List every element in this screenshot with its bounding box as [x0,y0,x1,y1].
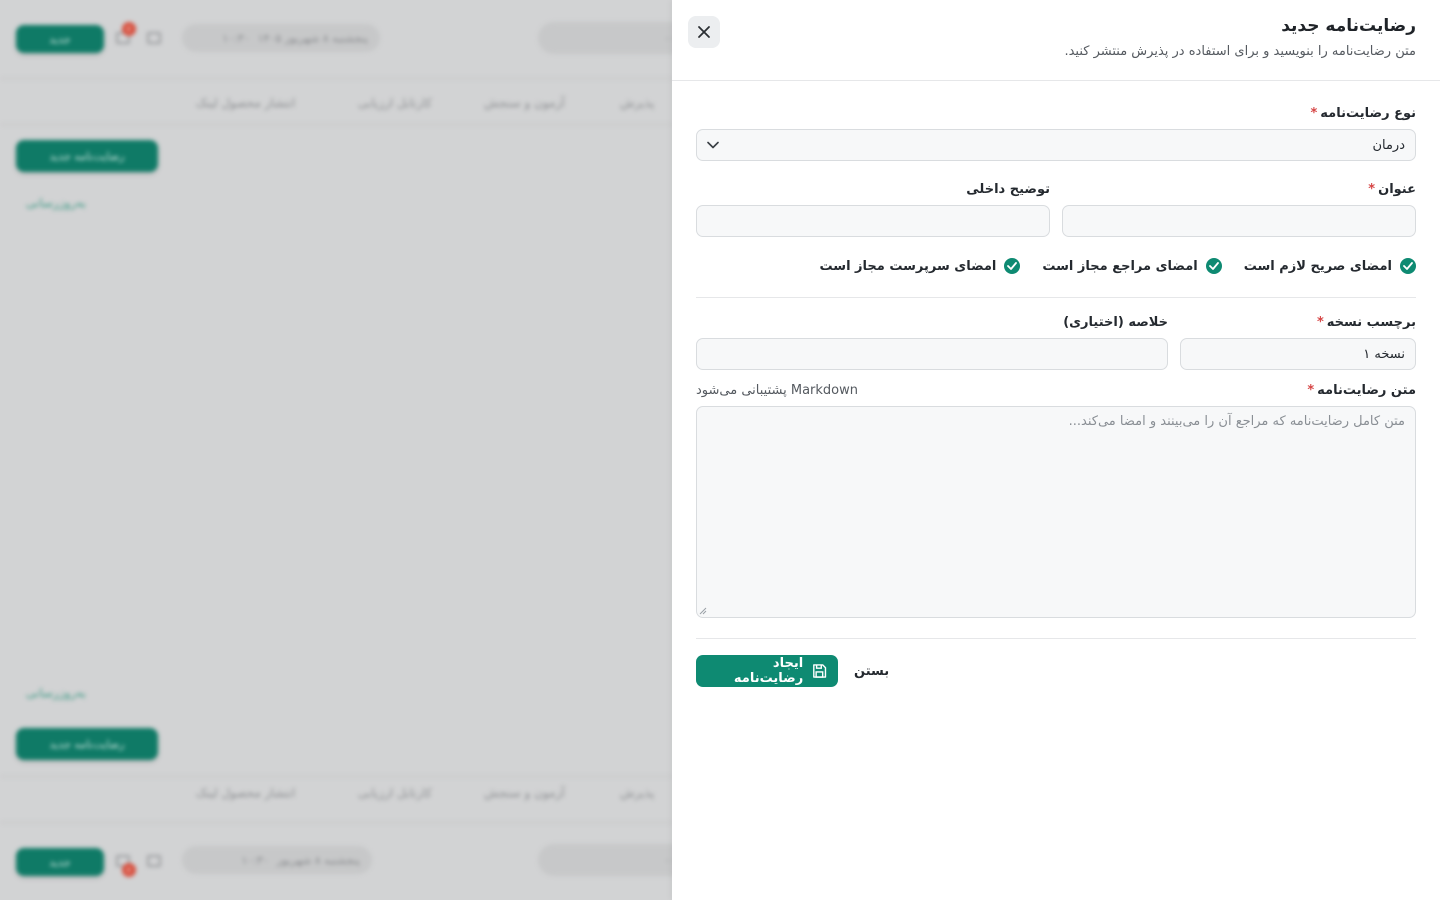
drawer-title: رضایت‌نامه جدید [1281,16,1416,36]
bg-tab: آزمون و سنجش [484,786,565,800]
drawer-header: رضایت‌نامه جدید متن رضایت‌نامه را بنویسی… [672,0,1440,81]
close-text-button[interactable]: بستن [854,655,889,687]
checkbox-label: امضای سرپرست مجاز است [819,258,997,274]
bg-divider [0,78,672,79]
version-label-input[interactable]: نسخه ۱ [1180,338,1416,370]
create-consent-label: ایجاد رضایت‌نامه [733,656,804,686]
internal-desc-input[interactable] [696,205,1050,237]
checkbox-label: امضای صریح لازم است [1243,258,1392,274]
required-mark: * [1310,106,1318,121]
consent-type-label-row: نوع رضایت‌نامه * [1310,105,1416,123]
bg-mail-icon [147,855,161,867]
required-mark: * [1307,383,1315,398]
version-label-value: نسخه ۱ [1363,346,1405,362]
checkbox-checked-icon [1205,258,1222,274]
bg-new-button-label: جدید [49,32,71,46]
bg-new-consent-button-bottom: رضایت‌نامه جدید [16,728,158,760]
bg-new-consent-button: رضایت‌نامه جدید [16,140,158,172]
markdown-hint: Markdown پشتیبانی می‌شود [696,383,858,398]
bg-tab: پذیرش [620,96,655,110]
summary-input[interactable] [696,338,1168,370]
bg-new-consent-label: رضایت‌نامه جدید [49,149,125,163]
bg-tab: انتشار محصول لینک [196,96,296,110]
bg-date-pill: پنجشنبه ۸ شهریور ۱۰:۳۰ [182,846,372,874]
title-label: عنوان [1378,182,1416,197]
summary-label: خلاصه (اختیاری) [1063,315,1168,330]
bg-date: پنجشنبه ۸ شهریور ۱۴۰۵ [257,31,368,45]
title-label-row: عنوان * [1368,181,1416,199]
bg-date: پنجشنبه ۸ شهریور [276,853,360,867]
close-icon [698,26,710,38]
section-divider [696,297,1416,298]
bg-tab: آزمون و سنجش [484,96,565,110]
footer-divider [696,638,1416,639]
bg-new-button-bottom-label: جدید [49,855,71,869]
explicit-signature-checkbox[interactable]: امضای صریح لازم است [1244,258,1416,274]
consent-text-area[interactable]: متن کامل رضایت‌نامه که مراجع آن را می‌بی… [696,406,1416,618]
bg-new-consent-label-bottom: رضایت‌نامه جدید [49,737,125,751]
consent-type-select[interactable]: درمان [696,129,1416,161]
bg-tab: کارتابل ارزیابی [358,96,432,110]
checkbox-checked-icon [1004,258,1021,274]
client-signature-checkbox[interactable]: امضای مراجع مجاز است [1042,258,1222,274]
new-consent-drawer: رضایت‌نامه جدید متن رضایت‌نامه را بنویسی… [672,0,1440,900]
internal-desc-label: توضیح داخلی [966,182,1050,197]
bg-new-button: جدید [16,25,104,53]
bg-search-pill: ۰۰ [538,22,672,54]
drawer-subtitle: متن رضایت‌نامه را بنویسید و برای استفاده… [1064,44,1416,59]
bg-time: ۱۰:۳۰ [241,853,269,867]
bg-search-value: ۰۰ [664,853,672,867]
checkbox-label: امضای مراجع مجاز است [1042,258,1198,274]
checkbox-checked-icon [1400,258,1416,274]
bg-time: ۱۰:۳۰ [222,31,250,45]
bg-tab: پذیرش [620,786,655,800]
version-label: برچسب نسخه [1326,315,1416,330]
title-input[interactable] [1062,205,1416,237]
background-app-overlay: جدید ۲ پنجشنبه ۸ شهریور ۱۴۰۵ ۱۰:۳۰ ۰۰ ان… [0,0,672,900]
summary-label-row: خلاصه (اختیاری) [1063,314,1168,332]
signature-options: امضای صریح لازم است امضای مراجع مجاز است… [820,258,1416,274]
resize-handle-icon[interactable] [699,607,707,615]
consent-text-label: متن رضایت‌نامه [1317,383,1416,398]
bg-refresh-link-bottom: به‌روزرسانی [26,686,87,700]
bg-notification-badge: ۲ [122,863,136,877]
bg-tab: انتشار محصول لینک [196,786,296,800]
bg-new-button-bottom: جدید [16,848,104,876]
chevron-down-icon [707,141,719,149]
bg-search-pill: ۰۰ [538,844,672,876]
required-mark: * [1316,315,1324,330]
required-mark: * [1368,182,1376,197]
bg-divider [0,124,672,125]
bg-tab: کارتابل ارزیابی [358,786,432,800]
bg-refresh-link: به‌روزرسانی [26,196,87,210]
internal-desc-label-row: توضیح داخلی [966,181,1050,199]
consent-text-placeholder: متن کامل رضایت‌نامه که مراجع آن را می‌بی… [1068,414,1405,429]
bg-divider [0,822,672,823]
consent-type-value: درمان [1372,137,1405,153]
guardian-signature-checkbox[interactable]: امضای سرپرست مجاز است [820,258,1021,274]
version-label-row: برچسب نسخه * [1317,314,1416,332]
create-consent-button[interactable]: ایجاد رضایت‌نامه [696,655,838,687]
close-button[interactable] [688,16,720,48]
save-icon [813,664,827,678]
bg-search-value: ۰۰ [664,31,672,45]
bg-date-pill: پنجشنبه ۸ شهریور ۱۴۰۵ ۱۰:۳۰ [182,24,380,52]
bg-mail-icon [147,32,161,44]
consent-text-label-row: متن رضایت‌نامه * [1307,382,1416,400]
consent-type-label: نوع رضایت‌نامه [1320,106,1416,121]
bg-notification-badge: ۲ [122,22,136,36]
bg-divider [0,776,672,777]
